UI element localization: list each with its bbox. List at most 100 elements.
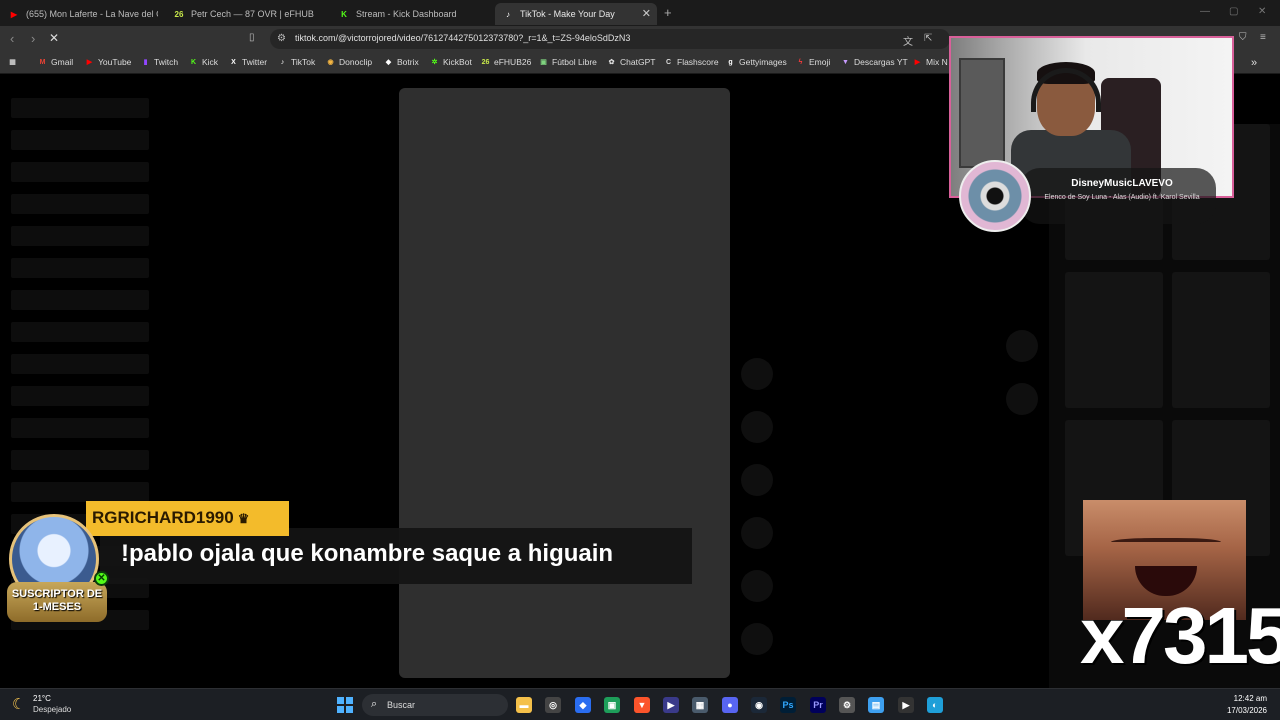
bookmark-gettyimages[interactable]: g Gettyimages (726, 57, 787, 67)
tab-youtube[interactable]: ▶ (655) Mon Laferte - La Nave del Olvido (8, 3, 158, 25)
bookmark-emoji[interactable]: ϟ Emoji (796, 57, 831, 67)
notepad-icon[interactable]: ▤ (868, 697, 884, 713)
skeleton-action-button[interactable] (741, 464, 773, 496)
bookmark-flashscore[interactable]: C Flashscore (664, 57, 719, 67)
video-placeholder[interactable] (399, 88, 730, 678)
bookmark-label: KickBot (443, 57, 472, 67)
kick-badge-icon: ✕ (94, 571, 109, 586)
player-icon[interactable]: ▶ (898, 697, 914, 713)
bookmark-gmail[interactable]: M Gmail (38, 57, 74, 67)
kick-icon: K (341, 9, 347, 19)
moon-icon[interactable]: ☾ (12, 695, 25, 713)
bookmark-twitter[interactable]: X Twitter (229, 57, 267, 67)
close-window-icon[interactable]: ✕ (1258, 6, 1266, 17)
chrome-icon[interactable]: ◎ (545, 697, 561, 713)
album-art (959, 160, 1031, 232)
app-icon[interactable]: ◆ (575, 697, 591, 713)
tab-efhub[interactable]: 26 Petr Cech — 87 OVR | eFHUB (173, 3, 323, 25)
close-icon[interactable]: ✕ (642, 7, 651, 20)
skeleton-nav-item (11, 130, 149, 150)
file-explorer-icon[interactable]: ▬ (516, 697, 532, 713)
premiere-icon[interactable]: Pr (810, 697, 826, 713)
apps-grid-icon[interactable]: ▦ (8, 57, 21, 66)
efhub-icon: 26 (174, 9, 184, 19)
tab-title: Petr Cech — 87 OVR | eFHUB (191, 9, 314, 19)
back-icon[interactable]: ‹ (10, 31, 14, 46)
bookmark-descargas-yt[interactable]: ▼ Descargas YT (841, 57, 908, 67)
tiktok-icon: ♪ (280, 58, 285, 66)
bookmark-tiktok[interactable]: ♪ TikTok (278, 57, 316, 67)
bookmark-label: Mix N (926, 57, 948, 67)
bookmark-label: Flashscore (677, 57, 719, 67)
media-icon[interactable]: ▶ (663, 697, 679, 713)
edge-icon[interactable]: ◐ (927, 697, 943, 713)
more-bookmarks-icon[interactable]: » (1251, 57, 1257, 69)
weather-temp[interactable]: 21°C (33, 694, 51, 703)
bookmark-donoclip[interactable]: ◉ Donoclip (326, 57, 372, 67)
skeleton-nav-item (11, 354, 149, 374)
tab-tiktok[interactable]: ♪ TikTok - Make Your Day ✕ (495, 3, 657, 25)
bookmark-kickbot[interactable]: ✲ KickBot (430, 57, 472, 67)
forward-icon[interactable]: › (31, 31, 35, 46)
medal-icon: ♛ (237, 511, 250, 526)
site-info-icon[interactable]: ⚙ (277, 33, 286, 44)
windows-start-icon[interactable] (337, 697, 353, 713)
clock-time[interactable]: 12:42 am (1234, 694, 1267, 703)
skeleton-action-button[interactable] (741, 517, 773, 549)
settings-icon[interactable]: ⚙ (839, 697, 855, 713)
skeleton-nav-item (11, 162, 149, 182)
new-tab-icon[interactable]: + (664, 5, 672, 20)
skeleton-nav-item (11, 418, 149, 438)
tab-title: (655) Mon Laferte - La Nave del Olvido (26, 9, 158, 19)
brave-icon[interactable]: ▼ (634, 697, 650, 713)
chat-message: !pablo ojala que konambre saque a higuai… (100, 528, 692, 584)
tab-bar: ▶ (655) Mon Laferte - La Nave del Olvido… (0, 0, 1280, 26)
maximize-icon[interactable]: ▢ (1229, 6, 1238, 17)
share-icon[interactable]: ⇱ (924, 33, 932, 44)
skeleton-nav-up-button[interactable] (1006, 330, 1038, 362)
bookmark-chatgpt[interactable]: ✿ ChatGPT (607, 57, 656, 67)
skeleton-tile (1172, 272, 1270, 408)
clock-date[interactable]: 17/03/2026 (1227, 706, 1267, 715)
bookmark-mix[interactable]: ▶ Mix N (913, 57, 948, 67)
skeleton-action-button[interactable] (741, 358, 773, 390)
youtube-icon: ▶ (10, 9, 18, 19)
getty-icon: g (728, 58, 733, 66)
skeleton-nav-item (11, 258, 149, 278)
tab-kick-dashboard[interactable]: K Stream - Kick Dashboard (338, 3, 488, 25)
youtube-icon: ▶ (86, 59, 93, 66)
weather-desc[interactable]: Despejado (33, 705, 71, 714)
bookmark-futbol-libre[interactable]: ▣ Fútbol Libre (539, 57, 597, 67)
translate-icon[interactable]: 文 (903, 33, 913, 48)
taskbar-search[interactable]: ⌕ Buscar (362, 694, 508, 716)
bookmark-icon[interactable]: ▯ (249, 32, 255, 43)
bookmark-label: Gettyimages (739, 57, 787, 67)
skeleton-action-button[interactable] (741, 623, 773, 655)
skeleton-nav-item (11, 386, 149, 406)
calculator-icon[interactable]: ▦ (692, 697, 708, 713)
bookmark-botrix[interactable]: ◆ Botrix (384, 57, 419, 67)
bookmark-kick[interactable]: K Kick (189, 57, 218, 67)
stop-loading-icon[interactable]: ✕ (49, 31, 59, 45)
bookmark-twitch[interactable]: ▮ Twitch (141, 57, 179, 67)
minimize-icon[interactable]: — (1200, 6, 1210, 17)
shield-icon[interactable]: ⛉ (1239, 32, 1247, 43)
skeleton-action-button[interactable] (741, 570, 773, 602)
kickbot-icon: ✲ (431, 59, 438, 66)
skeleton-nav-item (11, 226, 149, 246)
taskbar: ☾ 21°C Despejado ⌕ Buscar ▬ ◎ ◆ ▣ ▼ ▶ ▦ … (0, 688, 1280, 720)
app-icon-2[interactable]: ▣ (604, 697, 620, 713)
url-field[interactable]: ⚙ tiktok.com/@victorrojored/video/761274… (270, 29, 950, 49)
bookmark-label: Donoclip (339, 57, 373, 67)
photoshop-icon[interactable]: Ps (780, 697, 796, 713)
steam-icon[interactable]: ◉ (751, 697, 767, 713)
bookmark-efhub26[interactable]: 26 eFHUB26 (481, 57, 532, 67)
bookmark-youtube[interactable]: ▶ YouTube (85, 57, 132, 67)
discord-icon[interactable]: ● (722, 697, 738, 713)
skeleton-action-button[interactable] (741, 411, 773, 443)
skeleton-nav-item (11, 98, 149, 118)
bookmark-label: YouTube (98, 57, 132, 67)
x-icon: X (231, 58, 236, 66)
skeleton-nav-down-button[interactable] (1006, 383, 1038, 415)
menu-icon[interactable]: ≡ (1260, 32, 1266, 43)
